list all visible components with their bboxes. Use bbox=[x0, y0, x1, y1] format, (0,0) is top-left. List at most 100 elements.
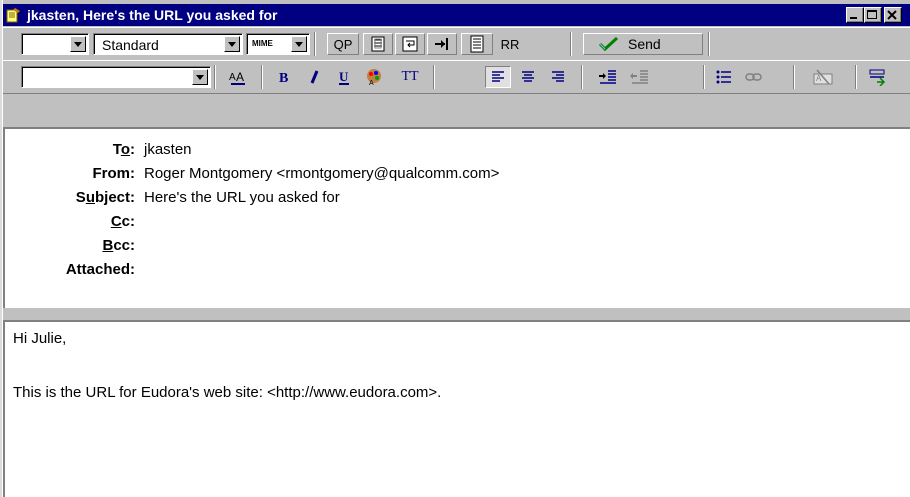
align-left-icon bbox=[492, 71, 504, 82]
underline-icon: U bbox=[339, 69, 349, 85]
chevron-down-icon[interactable] bbox=[192, 69, 208, 85]
teletype-button[interactable]: TT bbox=[393, 66, 427, 88]
link-icon bbox=[745, 73, 762, 81]
align-center-icon bbox=[522, 71, 534, 82]
priority-select[interactable] bbox=[21, 33, 89, 55]
close-icon bbox=[887, 10, 897, 20]
toolbar-separator bbox=[433, 65, 435, 89]
message-icon bbox=[6, 7, 22, 23]
close-button[interactable] bbox=[884, 7, 902, 23]
bcc-label: Bcc: bbox=[102, 237, 135, 254]
italic-button[interactable] bbox=[301, 66, 327, 88]
align-right-button[interactable] bbox=[545, 66, 571, 88]
toolbar-separator bbox=[581, 65, 583, 89]
insert-link-button[interactable] bbox=[741, 66, 767, 88]
window-title: jkasten, Here's the URL you asked for bbox=[27, 7, 278, 23]
message-toolbar: Standard MIME QP RR Send bbox=[3, 27, 910, 61]
horizontal-rule-icon bbox=[869, 69, 886, 86]
tab-in-body-button[interactable] bbox=[427, 33, 457, 55]
to-label: To: bbox=[112, 141, 135, 158]
return-receipt-button[interactable]: RR bbox=[493, 33, 527, 55]
align-left-button[interactable] bbox=[485, 66, 511, 88]
header-from-row[interactable]: From: Roger Montgomery <rmontgomery@qual… bbox=[5, 163, 905, 185]
message-window: jkasten, Here's the URL you asked for St… bbox=[0, 0, 910, 497]
toolbar-separator bbox=[703, 65, 705, 89]
toolbar-separator bbox=[261, 65, 263, 89]
toolbar-separator bbox=[214, 65, 216, 89]
tab-arrow-icon bbox=[435, 38, 448, 50]
chevron-down-icon[interactable] bbox=[70, 36, 86, 52]
chevron-down-icon[interactable] bbox=[224, 36, 240, 52]
insert-rule-button[interactable] bbox=[863, 66, 893, 88]
text-color-button[interactable]: A bbox=[359, 66, 389, 88]
bold-button[interactable]: B bbox=[271, 66, 297, 88]
italic-icon bbox=[310, 70, 319, 84]
svg-text:U: U bbox=[339, 69, 349, 84]
send-checkmark-icon bbox=[598, 36, 619, 52]
minimize-button[interactable] bbox=[846, 7, 864, 23]
subject-label: Subject: bbox=[75, 189, 135, 206]
font-size-icon: AA bbox=[229, 70, 245, 85]
header-to-row[interactable]: To: jkasten bbox=[5, 139, 905, 161]
from-label: From: bbox=[92, 165, 136, 182]
word-wrap-button[interactable] bbox=[395, 33, 425, 55]
keep-copy-button[interactable] bbox=[461, 33, 493, 55]
signature-value: Standard bbox=[102, 37, 159, 53]
send-label: Send bbox=[628, 36, 661, 52]
svg-text:A: A bbox=[369, 80, 374, 86]
toolbar-separator bbox=[314, 32, 316, 56]
to-field[interactable]: jkasten bbox=[144, 141, 192, 158]
indent-icon bbox=[599, 70, 616, 84]
color-palette-icon: A bbox=[367, 69, 381, 86]
message-body[interactable]: Hi Julie, This is the URL for Eudora's w… bbox=[3, 320, 910, 497]
toolbar-separator bbox=[855, 65, 857, 89]
toolbar-separator bbox=[708, 32, 710, 56]
formatting-toolbar: AA B U A TT A bbox=[3, 60, 910, 94]
word-wrap-icon bbox=[402, 36, 418, 52]
align-center-button[interactable] bbox=[515, 66, 541, 88]
svg-text:A: A bbox=[236, 70, 244, 84]
teletype-label: TT bbox=[401, 69, 419, 84]
header-cc-row[interactable]: Cc: bbox=[5, 211, 905, 233]
indent-button[interactable] bbox=[593, 66, 623, 88]
body-line: This is the URL for Eudora's web site: <… bbox=[13, 384, 442, 401]
chevron-down-icon[interactable] bbox=[291, 36, 307, 52]
bullet-list-icon bbox=[716, 70, 731, 84]
attached-label: Attached: bbox=[65, 261, 135, 278]
body-greeting: Hi Julie, bbox=[13, 330, 67, 347]
underline-button[interactable]: U bbox=[331, 66, 357, 88]
message-headers: To: jkasten From: Roger Montgomery <rmon… bbox=[3, 127, 910, 308]
toolbar-separator bbox=[570, 32, 572, 56]
toolbar-separator bbox=[793, 65, 795, 89]
bold-icon: B bbox=[279, 71, 288, 85]
subject-field[interactable]: Here's the URL you asked for bbox=[144, 189, 340, 206]
document-icon bbox=[371, 36, 385, 52]
clear-formatting-button[interactable]: A bbox=[809, 66, 839, 88]
header-attached-row[interactable]: Attached: bbox=[5, 259, 905, 281]
align-right-icon bbox=[552, 71, 564, 82]
send-button[interactable]: Send bbox=[583, 33, 703, 55]
quoted-printable-button[interactable]: QP bbox=[327, 33, 359, 55]
text-as-attachment-button[interactable] bbox=[363, 33, 393, 55]
from-field[interactable]: Roger Montgomery <rmontgomery@qualcomm.c… bbox=[144, 165, 499, 182]
maximize-button[interactable] bbox=[864, 7, 882, 23]
outdent-icon bbox=[630, 70, 648, 84]
clear-formatting-icon: A bbox=[813, 69, 833, 85]
bullet-list-button[interactable] bbox=[711, 66, 737, 88]
mime-value: MIME bbox=[252, 39, 273, 48]
encoding-select[interactable]: MIME bbox=[246, 33, 310, 55]
pane-splitter[interactable] bbox=[3, 308, 910, 320]
header-subject-row[interactable]: Subject: Here's the URL you asked for bbox=[5, 187, 905, 209]
signature-select[interactable]: Standard bbox=[93, 33, 243, 55]
outdent-button[interactable] bbox=[625, 66, 655, 88]
copy-document-icon bbox=[470, 35, 484, 53]
header-bcc-row[interactable]: Bcc: bbox=[5, 235, 905, 257]
minimize-icon bbox=[850, 17, 857, 19]
font-select[interactable] bbox=[21, 66, 211, 88]
svg-text:A: A bbox=[229, 72, 236, 83]
font-size-button[interactable]: AA bbox=[223, 66, 253, 88]
svg-text:B: B bbox=[279, 71, 288, 85]
maximize-icon bbox=[867, 10, 877, 19]
cc-label: Cc: bbox=[110, 213, 135, 230]
title-bar[interactable]: jkasten, Here's the URL you asked for bbox=[3, 4, 910, 26]
